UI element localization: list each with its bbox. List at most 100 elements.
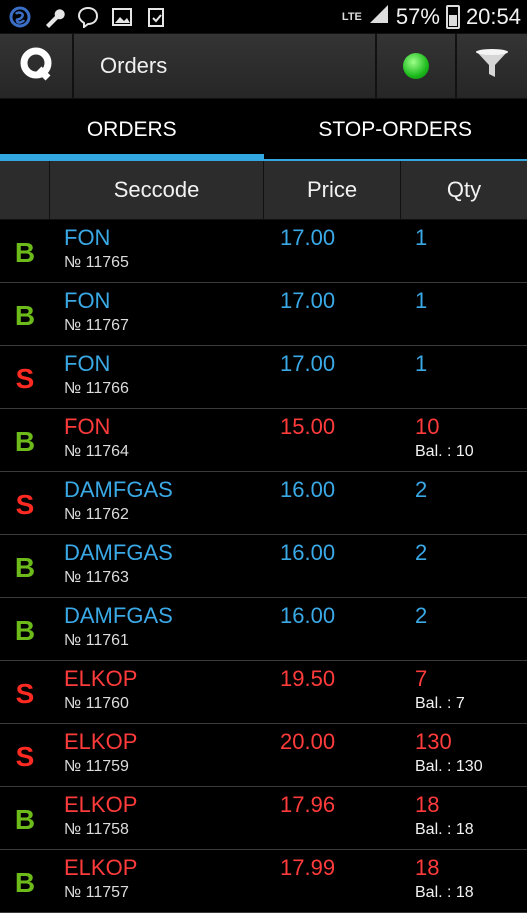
side-indicator: B <box>0 220 50 282</box>
table-row[interactable]: S ELKOP№ 11759 20.00 130Bal. : 130 <box>0 724 527 787</box>
table-row[interactable]: S DAMFGAS № 11762 16.00 2 <box>0 472 527 535</box>
status-bar: LTE 57% 20:54 <box>0 0 527 33</box>
order-price: 15.00 <box>264 409 401 471</box>
table-row[interactable]: B ELKOP № 11757 17.99 18 Bal. : 18 <box>0 850 527 913</box>
order-balance: Bal. : 7 <box>415 695 527 713</box>
seccode: FON <box>64 289 264 313</box>
seccode: DAMFGAS <box>64 478 264 502</box>
order-qty: 130 <box>415 730 527 754</box>
order-price: 17.00 <box>264 346 401 408</box>
order-qty: 1 <box>415 289 527 313</box>
seccode: FON <box>64 226 264 250</box>
table-row[interactable]: S ELKOP № 11760 19.50 7 Bal. : 7 <box>0 661 527 724</box>
order-price: 16.00 <box>264 535 401 597</box>
table-row[interactable]: B FON № 11765 17.00 1 <box>0 220 527 283</box>
network-type: LTE <box>342 12 362 22</box>
signal-icon <box>368 3 390 31</box>
side-indicator: S <box>0 346 50 408</box>
app-logo-icon <box>19 47 53 86</box>
order-price: 16.00 <box>264 598 401 660</box>
side-indicator: B <box>0 535 50 597</box>
tab-orders[interactable]: ORDERS <box>0 99 264 161</box>
clipboard-icon <box>144 5 168 29</box>
wrench-icon <box>42 5 66 29</box>
image-icon <box>110 5 134 29</box>
tab-underline <box>264 159 527 161</box>
order-number: № 11763 <box>64 569 264 587</box>
column-header-seccode[interactable]: Seccode <box>50 161 264 219</box>
table-row[interactable]: B DAMFGAS № 11763 16.00 2 <box>0 535 527 598</box>
seccode: ELKOP <box>64 793 264 817</box>
side-indicator: B <box>0 283 50 345</box>
clock: 20:54 <box>466 4 521 30</box>
order-number: № 11758 <box>64 821 264 839</box>
page-title: Orders <box>74 34 377 98</box>
order-number: № 11766 <box>64 380 264 398</box>
order-balance: Bal. : 18 <box>415 884 527 902</box>
table-row[interactable]: B FON № 11764 15.00 10 Bal. : 10 <box>0 409 527 472</box>
table-row[interactable]: B ELKOP № 11758 17.96 18 Bal. : 18 <box>0 787 527 850</box>
side-indicator: B <box>0 787 50 849</box>
order-number: № 11757 <box>64 884 264 902</box>
order-number: № 11764 <box>64 443 264 461</box>
table-row[interactable]: B DAMFGAS № 11761 16.00 2 <box>0 598 527 661</box>
order-price: 19.50 <box>264 661 401 723</box>
side-indicator: S <box>0 472 50 534</box>
order-number: № 11767 <box>64 317 264 335</box>
order-balance: Bal. : 18 <box>415 821 527 839</box>
active-tab-indicator <box>0 154 264 161</box>
seccode: DAMFGAS <box>64 604 264 628</box>
seccode: ELKOP <box>64 667 264 691</box>
side-indicator: B <box>0 409 50 471</box>
column-header-price[interactable]: Price <box>264 161 401 219</box>
seccode: DAMFGAS <box>64 541 264 565</box>
order-number: № 11760 <box>64 695 264 713</box>
order-qty: 7 <box>415 667 527 691</box>
table-row[interactable]: S FON № 11766 17.00 1 <box>0 346 527 409</box>
order-qty: 2 <box>415 541 527 565</box>
connection-status-button[interactable] <box>377 34 457 98</box>
tab-stop-orders[interactable]: STOP-ORDERS <box>264 99 527 161</box>
order-qty: 10 <box>415 415 527 439</box>
side-indicator: S <box>0 724 50 786</box>
order-number: № 11762 <box>64 506 264 524</box>
app-logo-button[interactable] <box>0 34 74 98</box>
filter-icon <box>474 48 510 85</box>
order-qty: 1 <box>415 226 527 250</box>
viber-icon <box>76 5 100 29</box>
side-indicator: S <box>0 661 50 723</box>
tab-bar: ORDERS STOP-ORDERS <box>0 99 527 161</box>
order-price: 20.00 <box>264 724 401 786</box>
order-balance: Bal. : 10 <box>415 443 527 461</box>
skype-icon <box>8 5 32 29</box>
order-qty: 18 <box>415 856 527 880</box>
seccode: ELKOP <box>64 730 264 754</box>
side-indicator: B <box>0 598 50 660</box>
battery-icon <box>446 5 460 29</box>
side-indicator: B <box>0 850 50 912</box>
table-row[interactable]: B FON № 11767 17.00 1 <box>0 283 527 346</box>
column-header-qty[interactable]: Qty <box>401 161 527 219</box>
column-header-side[interactable] <box>0 161 50 219</box>
order-qty: 18 <box>415 793 527 817</box>
order-qty: 2 <box>415 478 527 502</box>
order-balance: Bal. : 130 <box>415 758 527 776</box>
order-price: 17.99 <box>264 850 401 912</box>
order-price: 16.00 <box>264 472 401 534</box>
table-header: Seccode Price Qty <box>0 161 527 220</box>
order-price: 17.96 <box>264 787 401 849</box>
order-qty: 2 <box>415 604 527 628</box>
seccode: FON <box>64 415 264 439</box>
order-number: № 11761 <box>64 632 264 650</box>
app-bar: Orders <box>0 33 527 99</box>
seccode: FON <box>64 352 264 376</box>
seccode: ELKOP <box>64 856 264 880</box>
order-price: 17.00 <box>264 220 401 282</box>
filter-button[interactable] <box>457 34 527 98</box>
order-qty: 1 <box>415 352 527 376</box>
orders-list: B FON № 11765 17.00 1 B FON № 11767 17.00 … <box>0 220 527 913</box>
order-price: 17.00 <box>264 283 401 345</box>
order-number: № 11765 <box>64 254 264 272</box>
battery-percent: 57% <box>396 4 440 30</box>
connection-status-icon <box>403 53 429 79</box>
